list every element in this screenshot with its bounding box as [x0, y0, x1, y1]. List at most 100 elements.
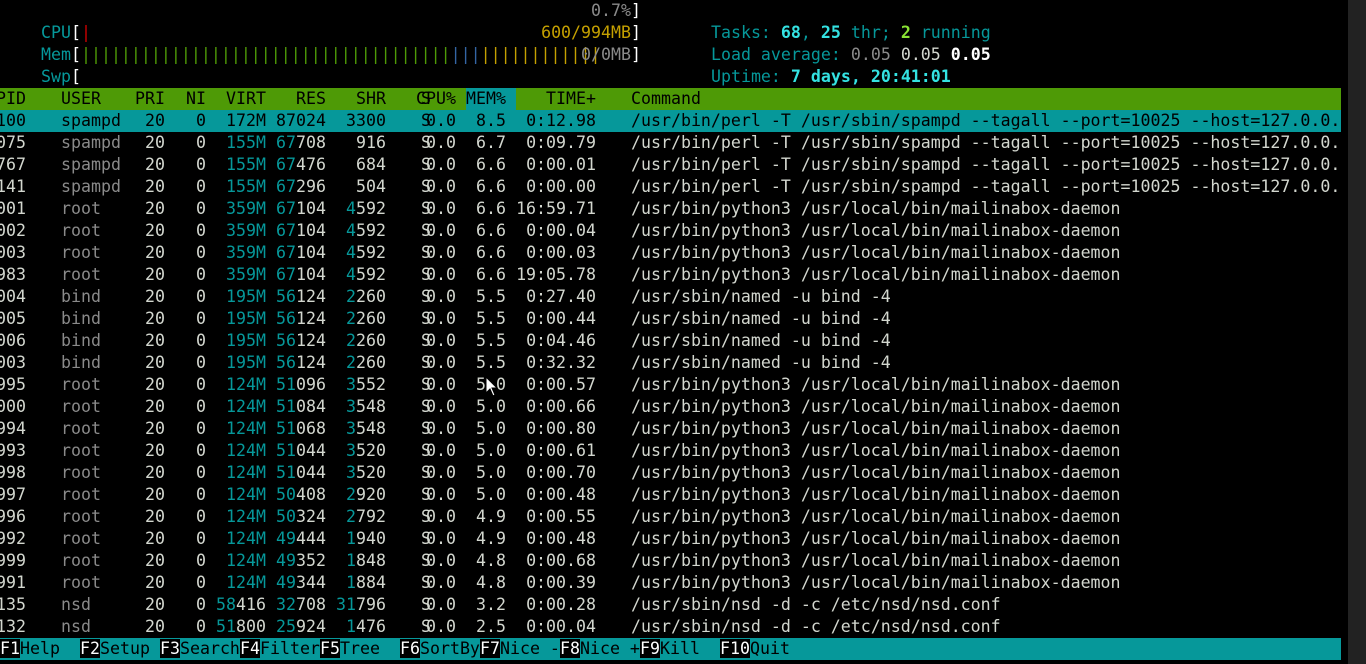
cell-user: bind: [61, 353, 101, 372]
column-header-ni[interactable]: NI: [186, 88, 206, 110]
cell-user: spampd: [61, 155, 121, 174]
cell-shr: 504: [356, 177, 386, 196]
fkey-sortby[interactable]: F6SortBy: [400, 638, 480, 660]
process-row[interactable]: 30075spampd200155M67708916S0.06.70:09.79…: [0, 132, 1341, 154]
process-row[interactable]: 12983root200359M671044592S0.06.619:05.78…: [0, 264, 1341, 286]
column-header-shr[interactable]: SHR: [356, 88, 386, 110]
cell-mem: 6.6: [476, 243, 506, 262]
process-row[interactable]: 13003root200359M671044592S0.06.60:00.03/…: [0, 242, 1341, 264]
column-header-pri[interactable]: PRI: [135, 88, 165, 110]
cell-cmd: /usr/bin/perl -T /usr/sbin/spampd --taga…: [631, 155, 1341, 174]
process-row[interactable]: 13000root200124M510843548S0.05.00:00.66/…: [0, 396, 1341, 418]
cell-time: 0:00.03: [526, 243, 596, 262]
process-row[interactable]: 12992root200124M494441940S0.04.90:00.48/…: [0, 528, 1341, 550]
cell-virt: 124M: [226, 507, 266, 526]
process-row[interactable]: 12994root200124M510683548S0.05.00:00.80/…: [0, 418, 1341, 440]
process-row[interactable]: 16006bind200195M561242260S0.05.50:04.46/…: [0, 330, 1341, 352]
fkey-nice[interactable]: F7Nice -: [480, 638, 560, 660]
cell-shr: 2260: [346, 287, 386, 306]
column-header-cpu[interactable]: CPU%: [416, 88, 456, 110]
cell-virt: 172M: [226, 111, 266, 130]
fkey-kill[interactable]: F9Kill: [640, 638, 700, 660]
fkey-tree[interactable]: F5Tree: [320, 638, 380, 660]
cell-virt: 195M: [226, 287, 266, 306]
column-header-res[interactable]: RES: [296, 88, 326, 110]
cell-virt: 195M: [226, 309, 266, 328]
cell-shr: 916: [356, 133, 386, 152]
cell-time: 0:00.04: [526, 221, 596, 240]
cell-time: 0:09.79: [526, 133, 596, 152]
cell-virt: 359M: [226, 221, 266, 240]
process-row[interactable]: 12996root200124M503242792S0.04.90:00.55/…: [0, 506, 1341, 528]
fkey-quit[interactable]: F10Quit: [720, 638, 790, 660]
process-row[interactable]: 12998root200124M510443520S0.05.00:00.70/…: [0, 462, 1341, 484]
cell-res: 67104: [276, 265, 326, 284]
cell-virt: 58416: [216, 595, 266, 614]
fkey-search[interactable]: F3Search: [160, 638, 240, 660]
fkey-help[interactable]: F1Help: [0, 638, 60, 660]
fkey-label: Filter: [259, 639, 320, 658]
cell-pid: 12998: [0, 463, 26, 482]
cell-ni: 0: [196, 441, 206, 460]
column-header-pid[interactable]: PID: [0, 88, 26, 110]
column-header[interactable]: PID USER PRI NI VIRT RES SHR S CPU% MEM% TIME+ Comm…: [0, 88, 1341, 110]
process-row[interactable]: 13001root200359M671044592S0.06.616:59.71…: [0, 198, 1341, 220]
cell-pri: 20: [145, 221, 165, 240]
process-row[interactable]: 13002root200359M671044592S0.06.60:00.04/…: [0, 220, 1341, 242]
fkey-filter[interactable]: F4Filter: [240, 638, 320, 660]
process-row[interactable]: 12997root200124M504082920S0.05.00:00.48/…: [0, 484, 1341, 506]
cell-pid: 12991: [0, 573, 26, 592]
cell-pri: 20: [145, 177, 165, 196]
cell-time: 0:32.32: [526, 353, 596, 372]
column-header-mem[interactable]: MEM%: [466, 88, 516, 110]
mem-meter-close: ]: [631, 23, 641, 42]
cell-mem: 5.0: [476, 463, 506, 482]
fkey-key: F5: [320, 639, 340, 658]
process-row[interactable]: 16003bind200195M561242260S0.05.50:32.32/…: [0, 352, 1341, 374]
column-header-user[interactable]: USER: [61, 88, 101, 110]
cell-pid: 12993: [0, 441, 26, 460]
process-row[interactable]: 7135nsd200584163270831796S0.03.20:00.28/…: [0, 594, 1341, 616]
cell-time: 0:12.98: [526, 111, 596, 130]
cell-mem: 6.7: [476, 133, 506, 152]
fkey-nice[interactable]: F8Nice +: [560, 638, 640, 660]
process-row[interactable]: 5141spampd200155M67296504S0.06.60:00.00/…: [0, 176, 1341, 198]
process-row[interactable]: 12999root200124M493521848S0.04.80:00.68/…: [0, 550, 1341, 572]
cell-cmd: /usr/bin/python3 /usr/local/bin/mailinab…: [631, 265, 1121, 284]
process-row[interactable]: 12991root200124M493441884S0.04.80:00.39/…: [0, 572, 1341, 594]
process-row[interactable]: 12993root200124M510443520S0.05.00:00.61/…: [0, 440, 1341, 462]
process-row[interactable]: 16005bind200195M561242260S0.05.50:00.44/…: [0, 308, 1341, 330]
cell-pri: 20: [145, 551, 165, 570]
cpu-meter: CPU[|: [40, 23, 91, 42]
cell-time: 0:27.40: [526, 287, 596, 306]
column-header-time[interactable]: TIME+: [546, 88, 596, 110]
cell-mem: 6.6: [476, 199, 506, 218]
window-scrollbar[interactable]: [1348, 0, 1366, 664]
column-header-virt[interactable]: VIRT: [226, 88, 266, 110]
process-row-selected[interactable]: 14100spampd200172M870243300S0.08.50:12.9…: [0, 110, 1341, 132]
cell-virt: 124M: [226, 441, 266, 460]
cell-pri: 20: [145, 287, 165, 306]
cell-res: 56124: [276, 309, 326, 328]
cell-user: root: [61, 485, 101, 504]
cell-time: 0:00.01: [526, 155, 596, 174]
cell-virt: 124M: [226, 551, 266, 570]
process-row[interactable]: 16004bind200195M561242260S0.05.50:27.40/…: [0, 286, 1341, 308]
cell-shr: 3552: [346, 375, 386, 394]
cell-user: root: [61, 441, 101, 460]
process-row[interactable]: 12995root200124M510963552S0.05.00:00.57/…: [0, 374, 1341, 396]
cell-user: root: [61, 375, 101, 394]
process-row[interactable]: 32767spampd200155M67476684S0.06.60:00.01…: [0, 154, 1341, 176]
column-header-command[interactable]: Command: [631, 88, 701, 110]
cell-res: 51044: [276, 463, 326, 482]
cell-mem: 5.0: [476, 485, 506, 504]
cell-time: 19:05.78: [516, 265, 596, 284]
fkey-setup[interactable]: F2Setup: [80, 638, 150, 660]
cell-ni: 0: [196, 595, 206, 614]
cell-virt: 124M: [226, 529, 266, 548]
mem-meter: Mem[||||||||||||||||||||||||||||||||||||…: [40, 45, 601, 64]
process-row[interactable]: 7132nsd20051800259241476S0.02.50:00.04/u…: [0, 616, 1341, 638]
cell-cpu: 0.0: [426, 463, 456, 482]
cell-res: 49344: [276, 573, 326, 592]
cell-cpu: 0.0: [426, 529, 456, 548]
